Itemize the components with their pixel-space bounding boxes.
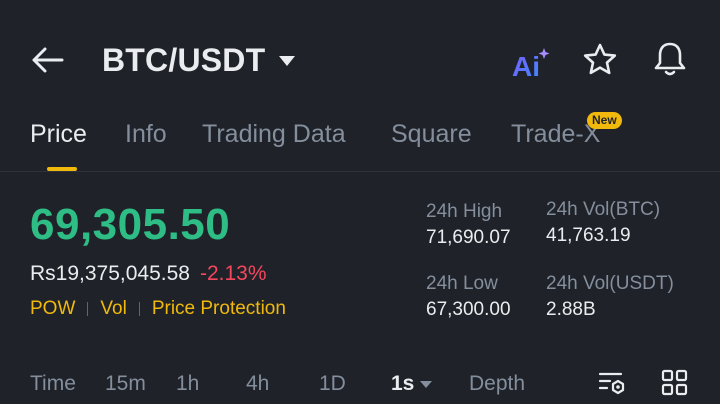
price-change: -2.13% [199,262,267,285]
tab-price[interactable]: Price [30,120,87,149]
caret-down-icon [420,380,433,388]
fiat-price: Rs19,375,045.58 [30,262,190,285]
tab-square[interactable]: Square [391,120,472,149]
interval-1s-label: 1s [391,372,415,395]
depth-tab[interactable]: Depth [469,372,525,396]
tag-price-protection[interactable]: Price Protection [152,298,286,320]
bell-icon [654,42,686,76]
stat-24h-low: 24h Low 67,300.00 [426,273,511,321]
new-badge: New [587,112,622,129]
ai-label: Ai [512,51,540,80]
tag-separator [87,302,89,316]
chart-toolbar: Time 15m 1h 4h 1D 1s Depth [0,360,720,404]
divider [0,171,720,172]
tag-pow[interactable]: POW [30,298,75,320]
stat-value: 67,300.00 [426,299,511,320]
last-price: 69,305.50 [30,200,231,249]
trading-pair-screen: BTC/USDT Ai Price Info Trading Data Squa… [0,0,720,404]
favorite-button[interactable] [582,42,618,78]
stat-label: 24h Vol(USDT) [546,273,674,294]
stat-value: 2.88B [546,299,596,320]
back-button[interactable] [30,42,70,78]
interval-4h[interactable]: 4h [246,372,269,396]
grid-icon [661,369,688,396]
stat-label: 24h High [426,201,503,222]
ai-button[interactable]: Ai [512,46,552,82]
pair-selector[interactable]: BTC/USDT [102,38,296,82]
tag-separator [138,302,140,316]
stat-value: 71,690.07 [426,227,511,248]
arrow-left-icon [32,47,64,73]
tags-row: POW Vol Price Protection [30,298,286,320]
chart-settings-icon [598,372,625,395]
stat-24h-vol-base: 24h Vol(BTC) 41,763.19 [546,199,660,247]
ai-icon: Ai [512,48,550,82]
tab-info[interactable]: Info [125,120,167,149]
interval-1h[interactable]: 1h [176,372,199,396]
star-icon [583,43,617,75]
stat-24h-high: 24h High 71,690.07 [426,201,511,249]
stat-label: 24h Vol(BTC) [546,199,661,220]
chart-settings-button[interactable] [597,368,627,398]
interval-time[interactable]: Time [30,372,76,396]
pair-title: BTC/USDT [102,41,266,78]
interval-1d[interactable]: 1D [319,372,346,396]
tag-vol[interactable]: Vol [100,298,126,320]
tab-bar: Price Info Trading Data Square Trade-X N… [0,112,720,172]
stat-24h-vol-quote: 24h Vol(USDT) 2.88B [546,273,674,321]
stat-label: 24h Low [426,273,498,294]
header: BTC/USDT Ai [0,0,720,118]
interval-1s[interactable]: 1s [391,372,433,396]
stat-value: 41,763.19 [546,225,631,246]
tab-trading-data[interactable]: Trading Data [202,120,346,149]
caret-down-icon [279,56,296,66]
alert-button[interactable] [652,40,688,78]
layout-grid-button[interactable] [660,368,690,398]
fiat-row: Rs19,375,045.58 -2.13% [30,262,267,286]
interval-15m[interactable]: 15m [105,372,146,396]
